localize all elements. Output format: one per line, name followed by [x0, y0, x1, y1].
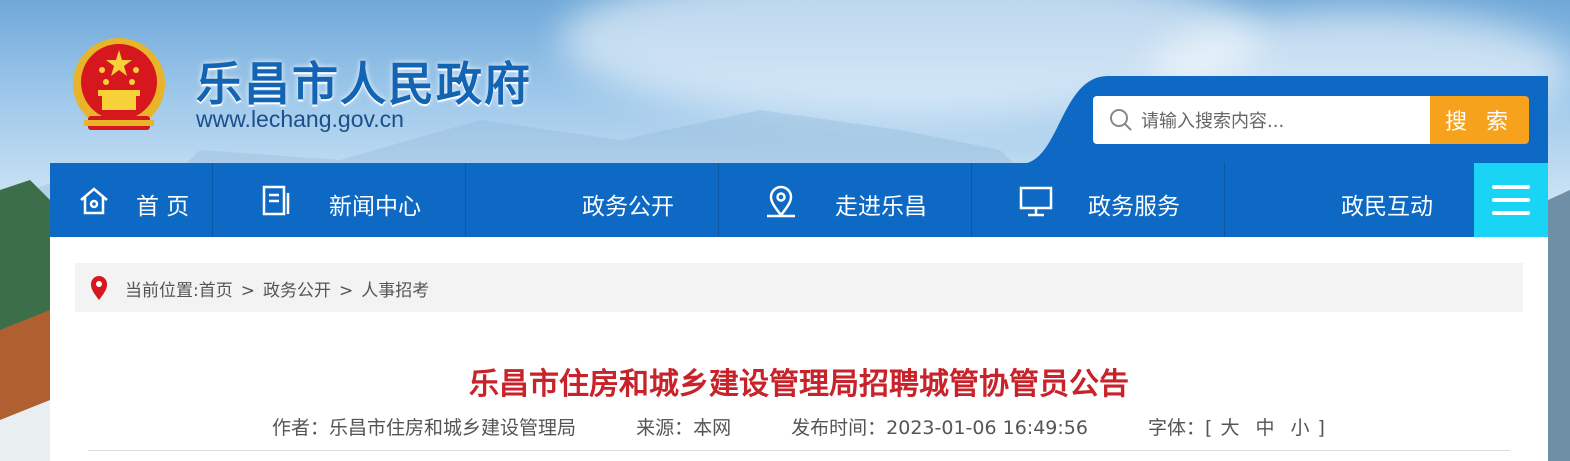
location-icon — [767, 185, 795, 218]
nav-item-gov-affairs[interactable]: 政务公开 — [466, 163, 719, 237]
breadcrumb-trail: 当前位置:首页 > 政务公开 > 人事招考 — [125, 276, 429, 301]
nav-item-interaction[interactable]: 政民互动 — [1225, 163, 1477, 237]
main-content: 当前位置:首页 > 政务公开 > 人事招考 乐昌市住房和城乡建设管理局招聘城管协管员公告… — [50, 237, 1548, 461]
source-label: 来源： — [636, 417, 694, 439]
source-info: 来源：本网 — [636, 417, 731, 439]
nav-item-gov-services[interactable]: 政务服务 — [972, 163, 1225, 237]
nav-label: 政民互动 — [1341, 194, 1433, 220]
nav-item-news[interactable]: 新闻中心 — [213, 163, 466, 237]
nav-label: 走进乐昌 — [835, 194, 927, 220]
author-value: 乐昌市住房和城乡建设管理局 — [329, 417, 577, 439]
breadcrumb-link-home[interactable]: 首页 — [199, 281, 233, 301]
monitor-icon — [1019, 186, 1053, 217]
publish-time-info: 发布时间：2023-01-06 16:49:56 — [791, 417, 1088, 439]
time-value: 2023-01-06 16:49:56 — [886, 417, 1088, 439]
time-label: 发布时间： — [791, 417, 887, 439]
nav-item-home[interactable]: 首 页 — [50, 163, 213, 237]
font-bracket-open: [ — [1205, 417, 1213, 439]
search-input[interactable] — [1139, 104, 1423, 138]
breadcrumb-link-gov-affairs[interactable]: 政务公开 — [263, 281, 331, 301]
location-pin-icon — [91, 276, 107, 300]
author-info: 作者：乐昌市住房和城乡建设管理局 — [272, 417, 576, 439]
breadcrumb-link-recruitment[interactable]: 人事招考 — [361, 281, 429, 301]
menu-button[interactable] — [1474, 163, 1548, 237]
document-icon — [262, 185, 290, 216]
nav-label: 政务公开 — [582, 194, 674, 220]
source-value: 本网 — [693, 417, 732, 439]
article-title: 乐昌市住房和城乡建设管理局招聘城管协管员公告 — [469, 367, 1129, 402]
main-nav: 首 页 新闻中心 政务公开 走进乐昌 政务服务 政民互动 — [50, 163, 1548, 237]
breadcrumb-separator: > — [240, 281, 255, 301]
breadcrumb-separator: > — [338, 281, 354, 301]
nav-label: 首 页 — [136, 194, 190, 220]
font-size-medium[interactable]: 中 — [1255, 417, 1274, 439]
divider — [88, 450, 1510, 451]
nav-label: 新闻中心 — [329, 194, 421, 220]
author-label: 作者： — [272, 417, 330, 439]
font-size-control: 字体：[ 大中小] — [1148, 417, 1325, 439]
site-url: www.lechang.gov.cn — [196, 106, 404, 132]
search-button[interactable]: 搜 索 — [1430, 96, 1529, 144]
home-icon — [80, 187, 108, 215]
search-icon — [1110, 109, 1132, 131]
breadcrumb: 当前位置:首页 > 政务公开 > 人事招考 — [75, 263, 1523, 312]
search-box — [1093, 96, 1431, 144]
font-label: 字体： — [1148, 417, 1206, 439]
national-emblem-icon — [73, 38, 165, 130]
font-size-small[interactable]: 小 — [1290, 417, 1309, 439]
breadcrumb-prefix: 当前位置: — [125, 281, 199, 301]
site-header: 乐昌市人民政府 www.lechang.gov.cn 搜 索 — [0, 0, 1570, 164]
nav-label: 政务服务 — [1088, 194, 1180, 220]
font-bracket-close: ] — [1317, 417, 1325, 439]
font-size-large[interactable]: 大 — [1220, 417, 1239, 439]
article-meta: 作者：乐昌市住房和城乡建设管理局 来源：本网 发布时间：2023-01-06 1… — [272, 413, 1325, 440]
nav-item-about-lechang[interactable]: 走进乐昌 — [719, 163, 972, 237]
site-title: 乐昌市人民政府 — [196, 57, 532, 111]
